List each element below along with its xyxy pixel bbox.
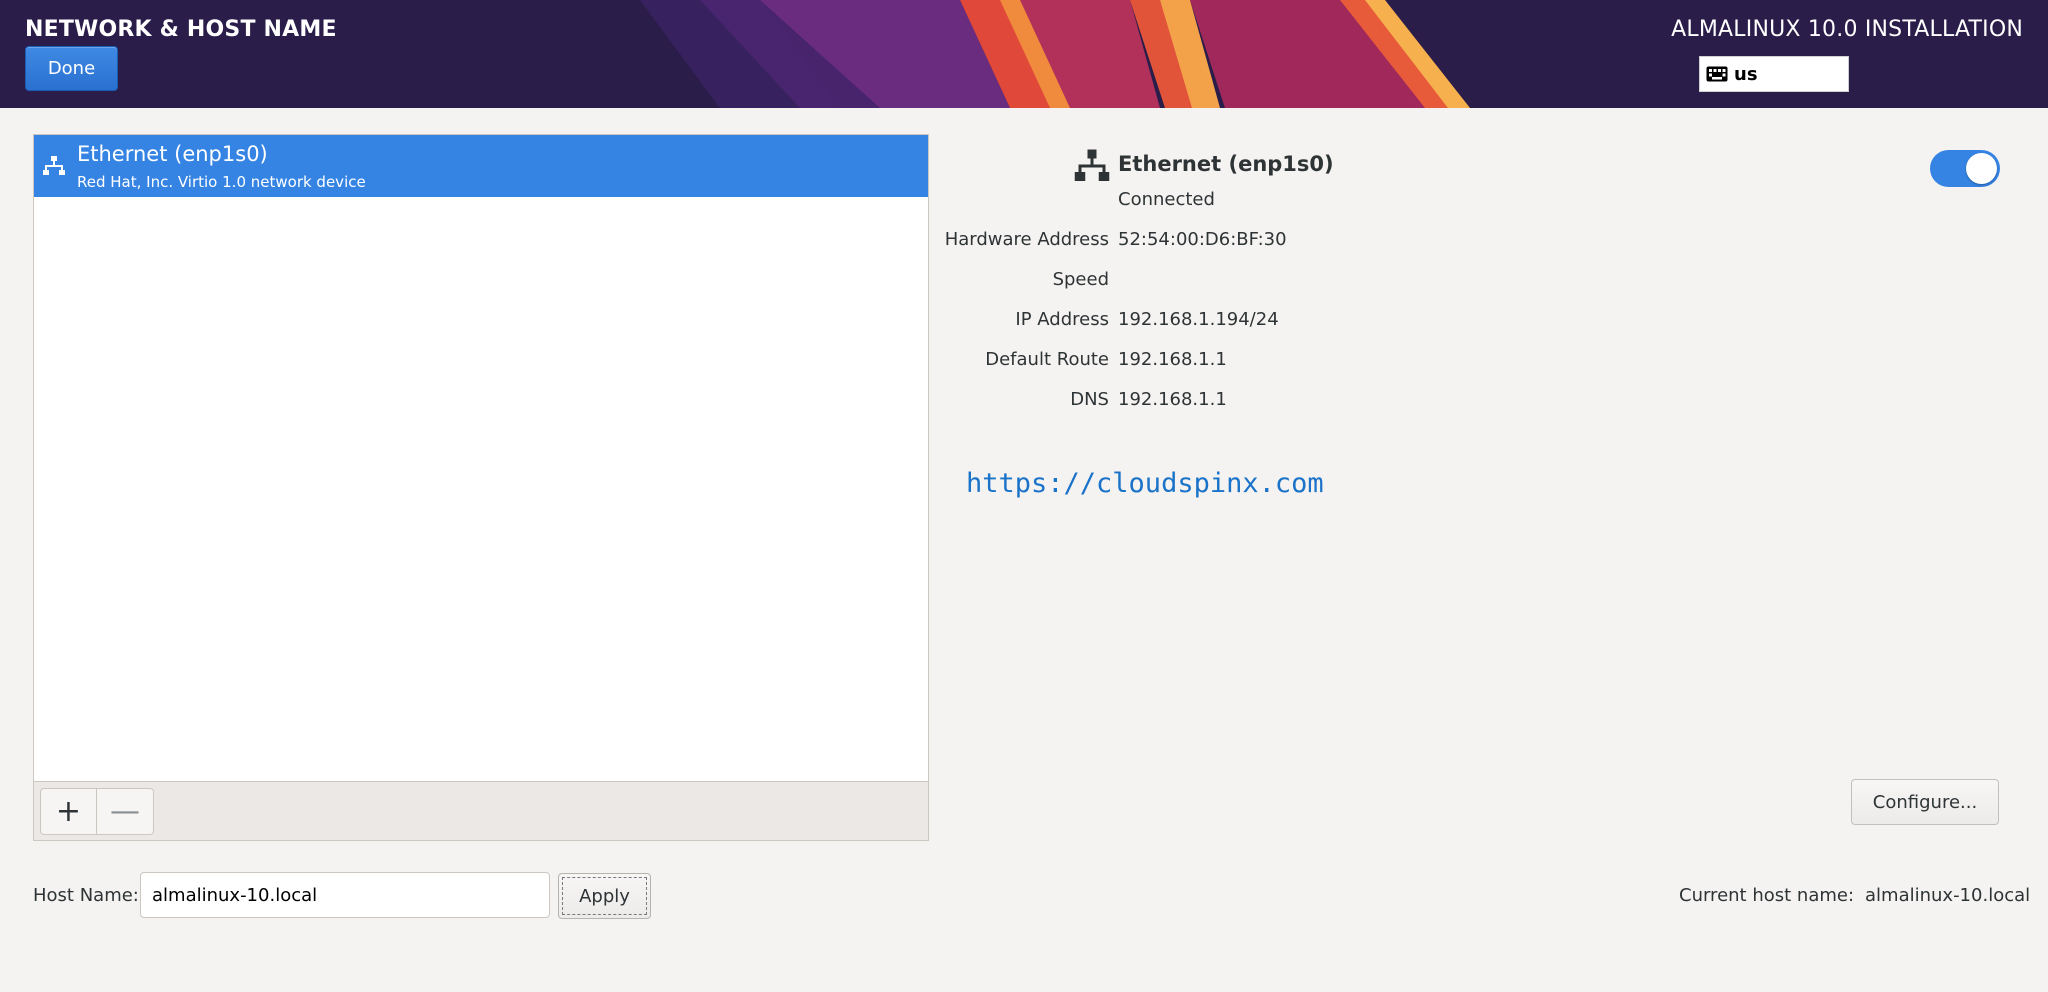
ip-address-value: 192.168.1.194/24 — [1118, 309, 1279, 330]
connection-status: Connected — [1118, 189, 1215, 210]
dns-value: 192.168.1.1 — [1118, 389, 1227, 410]
apply-button[interactable]: Apply — [558, 873, 651, 919]
host-name-input[interactable] — [140, 872, 550, 918]
keyboard-layout-label: us — [1734, 63, 1758, 85]
default-route-value: 192.168.1.1 — [1118, 349, 1227, 370]
default-route-label: Default Route — [985, 349, 1109, 370]
detail-device-name: Ethernet (enp1s0) — [1118, 152, 1334, 176]
hardware-address-label: Hardware Address — [944, 229, 1109, 250]
device-toolbar: + — — [34, 781, 928, 840]
header-bar: NETWORK & HOST NAME Done ALMALINUX 10.0 … — [0, 0, 2048, 108]
product-title: ALMALINUX 10.0 INSTALLATION — [1671, 17, 2023, 42]
device-list: Ethernet (enp1s0) Red Hat, Inc. Virtio 1… — [33, 134, 929, 841]
speed-label: Speed — [1052, 269, 1109, 290]
wired-network-icon — [43, 156, 65, 175]
current-host-name-label: Current host name: — [1679, 885, 1855, 906]
spoke-title: NETWORK & HOST NAME — [25, 17, 337, 42]
device-enable-toggle[interactable] — [1930, 150, 2000, 187]
remove-device-button[interactable]: — — [97, 788, 154, 835]
ip-address-label: IP Address — [1015, 309, 1109, 330]
wired-network-icon — [1074, 149, 1110, 181]
keyboard-layout-indicator[interactable]: us — [1699, 56, 1849, 92]
device-list-item[interactable]: Ethernet (enp1s0) Red Hat, Inc. Virtio 1… — [34, 135, 928, 197]
keyboard-icon — [1706, 66, 1728, 82]
host-name-label: Host Name: — [33, 885, 139, 906]
device-name: Ethernet (enp1s0) — [77, 142, 268, 166]
hardware-address-value: 52:54:00:D6:BF:30 — [1118, 229, 1287, 250]
configure-button[interactable]: Configure... — [1851, 779, 1999, 825]
device-description: Red Hat, Inc. Virtio 1.0 network device — [77, 173, 366, 191]
done-button[interactable]: Done — [25, 46, 118, 91]
watermark-url: https://cloudspinx.com — [966, 468, 1324, 499]
add-device-button[interactable]: + — [40, 788, 97, 835]
current-host-name-value: almalinux-10.local — [1865, 885, 2031, 906]
dns-label: DNS — [1070, 389, 1109, 410]
toggle-knob — [1966, 153, 1997, 184]
